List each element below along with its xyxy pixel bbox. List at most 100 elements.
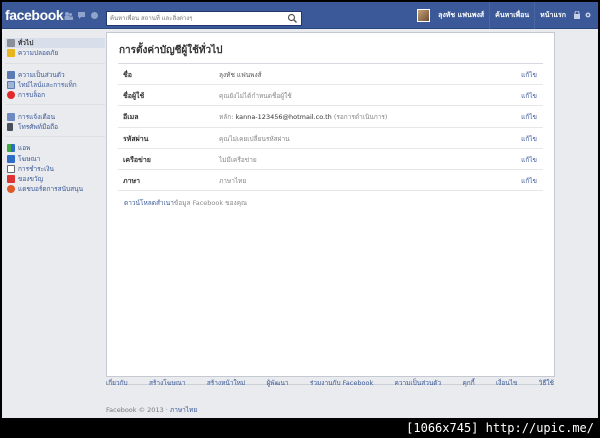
footer-link-help[interactable]: วิธีใช้ xyxy=(539,378,554,388)
page-title: การตั้งค่าบัญชีผู้ใช้ทั่วไป xyxy=(119,45,223,56)
settings-panel: การตั้งค่าบัญชีผู้ใช้ทั่วไป ชื่อ ลุงทัช … xyxy=(106,32,555,377)
footer-link-about[interactable]: เกี่ยวกับ xyxy=(106,378,128,388)
timeline-icon xyxy=(7,81,15,90)
setting-value: หลัก: kanna-123456@hotmail.co.th (รอการด… xyxy=(219,112,387,122)
search-box[interactable] xyxy=(106,11,302,26)
sidebar-item-label: ความเป็นส่วนตัว xyxy=(18,70,65,79)
edit-link[interactable]: แก้ไข xyxy=(521,134,537,144)
browser-frame: facebook ลุงทัช แฟนพงส์ ค้นหาเพื่อน หน้า… xyxy=(2,2,598,418)
sidebar-item-label: โฆษณา xyxy=(18,154,41,163)
apps-icon xyxy=(7,144,15,153)
setting-row-networks[interactable]: เครือข่าย ไม่มีเครือข่าย แก้ไข xyxy=(118,149,543,170)
lock-icon xyxy=(7,49,15,58)
sidebar-item-payments[interactable]: การชำระเงิน xyxy=(5,164,105,174)
copyright-text: Facebook © 2013 · xyxy=(106,406,170,414)
sidebar-item-label: ไทม์ไลน์และการแท็ก xyxy=(18,81,77,90)
setting-label: รหัสผ่าน xyxy=(123,134,149,143)
search-icon[interactable] xyxy=(287,13,298,24)
avatar[interactable] xyxy=(417,9,431,22)
edit-link[interactable]: แก้ไข xyxy=(521,112,537,122)
sidebar-item-support[interactable]: แดชบอร์ดการสนับสนุน xyxy=(5,184,105,194)
setting-value: ลุงทัช แฟนพงส์ xyxy=(219,71,262,79)
facebook-logo[interactable]: facebook xyxy=(5,7,64,23)
footer-link-careers[interactable]: ร่วมงานกับ Facebook xyxy=(310,378,373,388)
user-nav: ลุงทัช แฟนพงส์ ค้นหาเพื่อน หน้าแรก xyxy=(417,2,598,29)
setting-label: อีเมล xyxy=(123,113,139,122)
notification-icon xyxy=(7,112,15,121)
download-copy-text: ดาวน์โหลดสำเนาข้อมูล Facebook ของคุณ xyxy=(124,198,247,208)
setting-row-language[interactable]: ภาษา ภาษาไทย แก้ไข xyxy=(118,170,543,192)
sidebar-item-label: ทั่วไป xyxy=(18,39,34,48)
edit-link[interactable]: แก้ไข xyxy=(521,155,537,165)
payments-icon xyxy=(7,164,15,173)
email-status: (รอการดำเนินการ) xyxy=(331,113,388,122)
setting-row-username[interactable]: ชื่อผู้ใช้ คุณยังไม่ได้กำหนดชื่อผู้ใช้ แ… xyxy=(118,85,543,107)
footer-link-developers[interactable]: ผู้พัฒนา xyxy=(267,378,289,388)
setting-value: คุณไม่เคยเปลี่ยนรหัสผ่าน xyxy=(219,134,290,143)
privacy-icon xyxy=(7,70,15,79)
search-input[interactable] xyxy=(107,12,285,25)
setting-value: ไม่มีเครือข่าย xyxy=(219,155,257,164)
footer: เกี่ยวกับ สร้างโฆษณา สร้างหน้าใหม่ ผู้พั… xyxy=(106,379,554,388)
sidebar-item-general[interactable]: ทั่วไป xyxy=(5,38,105,49)
download-copy-link[interactable]: ดาวน์โหลดสำเนา xyxy=(124,199,174,207)
email-prefix: หลัก: xyxy=(219,113,236,122)
footer-link-terms[interactable]: เงื่อนไข xyxy=(496,378,517,388)
sidebar-group-notifications: การแจ้งเตือน โทรศัพท์มือถือ xyxy=(5,111,105,138)
setting-label: ภาษา xyxy=(123,176,141,185)
setting-value: คุณยังไม่ได้กำหนดชื่อผู้ใช้ xyxy=(219,92,292,101)
footer-link-privacy[interactable]: ความเป็นส่วนตัว xyxy=(395,378,442,388)
sidebar-item-apps[interactable]: แอพ xyxy=(5,143,105,153)
top-bar: facebook ลุงทัช แฟนพงส์ ค้นหาเพื่อน หน้า… xyxy=(2,2,598,29)
sidebar-item-label: ความปลอดภัย xyxy=(18,49,59,58)
language-link[interactable]: ภาษาไทย xyxy=(170,406,197,414)
sidebar-item-privacy[interactable]: ความเป็นส่วนตัว xyxy=(5,70,105,80)
find-friends-link[interactable]: ค้นหาเพื่อน xyxy=(489,2,534,29)
sidebar-item-label: โทรศัพท์มือถือ xyxy=(18,122,58,131)
notifications-icon[interactable] xyxy=(90,11,99,20)
home-link[interactable]: หน้าแรก xyxy=(534,2,571,29)
setting-label: เครือข่าย xyxy=(123,155,151,164)
sidebar-item-label: การบล็อก xyxy=(18,91,46,100)
sidebar-item-ads[interactable]: โฆษณา xyxy=(5,153,105,163)
download-copy-desc: ข้อมูล Facebook ของคุณ xyxy=(173,199,248,207)
sidebar-group-account: ทั่วไป ความปลอดภัย xyxy=(5,38,105,64)
setting-label: ชื่อ xyxy=(123,71,132,79)
gear-icon[interactable] xyxy=(582,11,593,21)
messages-icon[interactable] xyxy=(77,11,86,20)
footer-link-cookies[interactable]: คุกกี้ xyxy=(462,378,474,388)
sidebar-item-security[interactable]: ความปลอดภัย xyxy=(5,48,105,58)
ads-icon xyxy=(7,154,15,163)
sidebar-item-label: การแจ้งเตือน xyxy=(18,112,56,121)
edit-link[interactable]: แก้ไข xyxy=(521,91,537,101)
setting-row-password[interactable]: รหัสผ่าน คุณไม่เคยเปลี่ยนรหัสผ่าน แก้ไข xyxy=(118,128,543,149)
footer-link-create-page[interactable]: สร้างหน้าใหม่ xyxy=(207,378,245,388)
sidebar-item-label: แอพ xyxy=(18,144,31,153)
watermark: [1066x745] http://upic.me/ xyxy=(406,421,594,435)
settings-sidebar: ทั่วไป ความปลอดภัย ความเป็นส่วนตัว ไทม์ไ… xyxy=(5,38,105,205)
edit-link[interactable]: แก้ไข xyxy=(521,176,537,186)
setting-row-email[interactable]: อีเมล หลัก: kanna-123456@hotmail.co.th (… xyxy=(118,106,543,128)
setting-label: ชื่อผู้ใช้ xyxy=(123,92,145,101)
email-address: kanna-123456@hotmail.co.th xyxy=(235,113,332,122)
sidebar-item-mobile[interactable]: โทรศัพท์มือถือ xyxy=(5,122,105,132)
sidebar-item-label: การชำระเงิน xyxy=(18,164,54,173)
setting-value: ภาษาไทย xyxy=(219,176,247,185)
setting-row-name[interactable]: ชื่อ ลุงทัช แฟนพงส์ แก้ไข xyxy=(118,64,543,86)
sidebar-item-blocking[interactable]: การบล็อก xyxy=(5,90,105,100)
sidebar-item-gifts[interactable]: ของขวัญ xyxy=(5,174,105,184)
footer-links: เกี่ยวกับ สร้างโฆษณา สร้างหน้าใหม่ ผู้พั… xyxy=(106,378,554,388)
privacy-shortcuts-icon[interactable] xyxy=(571,10,582,21)
sidebar-item-timeline[interactable]: ไทม์ไลน์และการแท็ก xyxy=(5,80,105,90)
sidebar-group-apps: แอพ โฆษณา การชำระเงิน ของขวัญ แดชบอร์ดกา… xyxy=(5,143,105,198)
footer-link-create-ad[interactable]: สร้างโฆษณา xyxy=(149,378,186,388)
friend-requests-icon[interactable] xyxy=(64,11,73,20)
block-icon xyxy=(7,91,15,100)
sidebar-item-notifications[interactable]: การแจ้งเตือน xyxy=(5,111,105,121)
sidebar-item-label: ของขวัญ xyxy=(18,175,44,184)
gift-icon xyxy=(7,175,15,184)
edit-link[interactable]: แก้ไข xyxy=(521,70,537,80)
profile-link[interactable]: ลุงทัช แฟนพงส์ xyxy=(433,2,489,29)
mobile-icon xyxy=(7,122,13,131)
copyright: Facebook © 2013 · ภาษาไทย xyxy=(106,405,197,415)
